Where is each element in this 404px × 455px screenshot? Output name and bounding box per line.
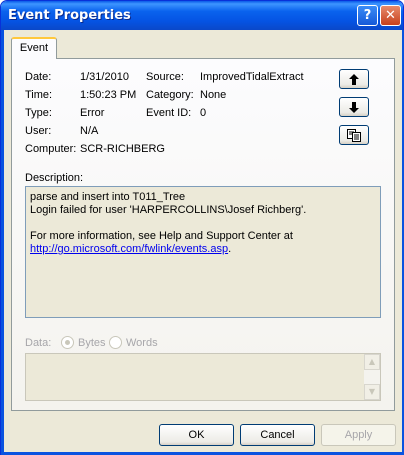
help-icon: ? [363,8,372,23]
source-value: ImprovedTidalExtract [200,71,304,83]
computer-value: SCR-RICHBERG [80,143,165,155]
description-text-box[interactable]: parse and insert into T011_Tree Login fa… [25,186,381,318]
ok-button[interactable]: OK [159,424,234,446]
words-radio-label: Words [126,337,158,349]
up-arrow-icon [349,73,359,85]
source-label: Source: [146,71,184,83]
close-icon: ✕ [385,8,396,23]
scroll-up-button[interactable]: ▲ [364,354,380,370]
type-value: Error [80,107,105,119]
scroll-down-button[interactable]: ▼ [364,384,380,400]
down-arrow-icon [349,101,359,113]
description-line: parse and insert into T011_Tree [30,191,186,203]
window-title: Event Properties [8,8,131,23]
event-properties-window: Event Properties ? ✕ Event Date: 1/31/20… [0,0,404,455]
description-label: Description: [25,172,84,184]
radio-selected-dot [65,340,70,345]
copy-icon [347,128,361,142]
description-link-line: http://go.microsoft.com/fwlink/events.as… [30,243,376,256]
date-label: Date: [25,71,52,83]
scroll-down-icon: ▼ [368,387,376,396]
category-value: None [200,89,227,101]
scroll-up-icon: ▲ [368,357,376,366]
tab-event[interactable]: Event [11,37,57,59]
time-label: Time: [25,89,53,101]
words-radio[interactable] [109,336,122,349]
next-event-button[interactable] [339,97,369,117]
link-suffix: . [228,243,232,255]
description-line: Login failed for user 'HARPERCOLLINS\Jos… [30,204,307,216]
user-value: N/A [80,125,99,137]
data-scrollbar[interactable]: ▲ ▼ [364,354,380,400]
description-line: For more information, see Help and Suppo… [30,230,293,242]
help-button[interactable]: ? [357,5,378,26]
event-id-label: Event ID: [146,107,192,119]
description-line [30,217,376,230]
title-bar[interactable]: Event Properties ? ✕ [1,1,403,30]
bytes-radio[interactable] [61,336,74,349]
copy-button[interactable] [339,125,369,145]
type-label: Type: [25,107,52,119]
bytes-radio-label: Bytes [78,337,106,349]
window-border-left [1,30,4,455]
previous-event-button[interactable] [339,69,369,89]
category-label: Category: [146,89,194,101]
computer-label: Computer: [25,143,77,155]
data-label: Data: [25,337,52,349]
data-text-box[interactable]: ▲ ▼ [25,353,381,401]
cancel-button[interactable]: Cancel [240,424,315,446]
close-button[interactable]: ✕ [380,5,401,26]
help-center-link[interactable]: http://go.microsoft.com/fwlink/events.as… [30,243,228,255]
time-value: 1:50:23 PM [80,89,137,101]
user-label: User: [25,125,52,137]
event-id-value: 0 [200,107,207,119]
apply-button[interactable]: Apply [321,424,396,446]
date-value: 1/31/2010 [80,71,129,83]
